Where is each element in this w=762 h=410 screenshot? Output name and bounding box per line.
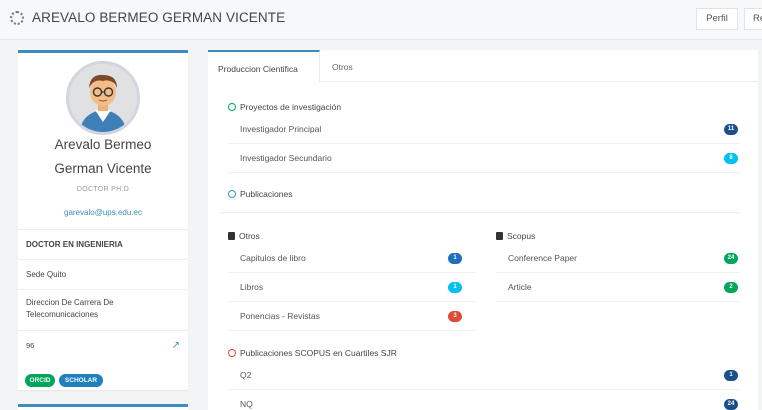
count-badge: 24: [724, 253, 738, 264]
quartiles-heading: Publicaciones SCOPUS en Cuartiles SJR: [228, 348, 397, 358]
tab-bar: Produccion Cientifica Otros: [208, 50, 758, 83]
count-badge: 2: [724, 282, 738, 293]
list-item[interactable]: Article 2: [496, 273, 740, 302]
profile-degree: DOCTOR PH.D: [76, 186, 130, 193]
count-badge: 1: [448, 282, 462, 293]
profile-title: DOCTOR EN INGENIERIA: [18, 229, 188, 259]
avatar: [66, 61, 140, 135]
profile-name-line2: German Vicente: [54, 161, 152, 176]
red-button[interactable]: Red: [744, 8, 762, 30]
profile-index-value: 96: [26, 341, 35, 350]
count-badge: 1: [724, 370, 738, 381]
external-link-icon[interactable]: ↗: [172, 331, 180, 361]
circle-outline-icon: [228, 190, 236, 198]
main-panel: Produccion Cientifica Otros Proyectos de…: [208, 50, 758, 410]
department-line1: Direccion De Carrera De: [26, 298, 114, 307]
top-header: AREVALO BERMEO GERMAN VICENTE Perfil Red: [0, 0, 762, 40]
scholar-tag[interactable]: SCHOLAR: [59, 374, 103, 387]
circle-outline-icon: [228, 103, 236, 111]
count-badge: 1: [448, 253, 462, 264]
count-badge: 8: [724, 153, 738, 164]
list-item[interactable]: Investigador Secundario 8: [228, 144, 740, 173]
profile-index-row: 96 ↗: [18, 330, 188, 360]
projects-heading: Proyectos de investigación: [228, 102, 341, 112]
list-item[interactable]: Capitulos de libro 1: [228, 244, 476, 273]
spinner-icon: [10, 11, 24, 25]
divider: [220, 212, 740, 213]
perfil-button[interactable]: Perfil: [696, 8, 738, 30]
list-item[interactable]: Q2 1: [228, 361, 740, 390]
book-icon: [228, 232, 235, 240]
scopus-heading: Scopus: [496, 231, 535, 241]
list-item[interactable]: Ponencias - Revistas 3: [228, 302, 476, 331]
profile-card: Arevalo Bermeo German Vicente DOCTOR PH.…: [18, 50, 188, 390]
publications-heading[interactable]: Publicaciones: [228, 189, 292, 199]
list-item[interactable]: Libros 1: [228, 273, 476, 302]
profile-name-line1: Arevalo Bermeo: [54, 137, 152, 152]
book-icon: [496, 232, 503, 240]
orcid-tag[interactable]: ORCID: [25, 374, 55, 387]
department-line2: Telecomunicaciones: [26, 310, 99, 319]
tab-otros[interactable]: Otros: [322, 50, 363, 82]
otros-heading: Otros: [228, 231, 260, 241]
second-card-top: [18, 404, 188, 410]
profile-email-link[interactable]: garevalo@ups.edu.ec: [18, 208, 188, 217]
page-title: AREVALO BERMEO GERMAN VICENTE: [32, 10, 286, 25]
profile-campus: Sede Quito: [18, 259, 188, 289]
count-badge: 3: [448, 311, 462, 322]
list-item[interactable]: Investigador Principal 11: [228, 115, 740, 144]
list-item[interactable]: Conference Paper 24: [496, 244, 740, 273]
profile-department: Direccion De Carrera De Telecomunicacion…: [18, 289, 188, 330]
count-badge: 11: [724, 124, 738, 135]
count-badge: 24: [724, 399, 738, 410]
tab-produccion-cientifica[interactable]: Produccion Cientifica: [208, 50, 320, 83]
list-item[interactable]: NQ 24: [228, 390, 740, 410]
circle-outline-icon: [228, 349, 236, 357]
